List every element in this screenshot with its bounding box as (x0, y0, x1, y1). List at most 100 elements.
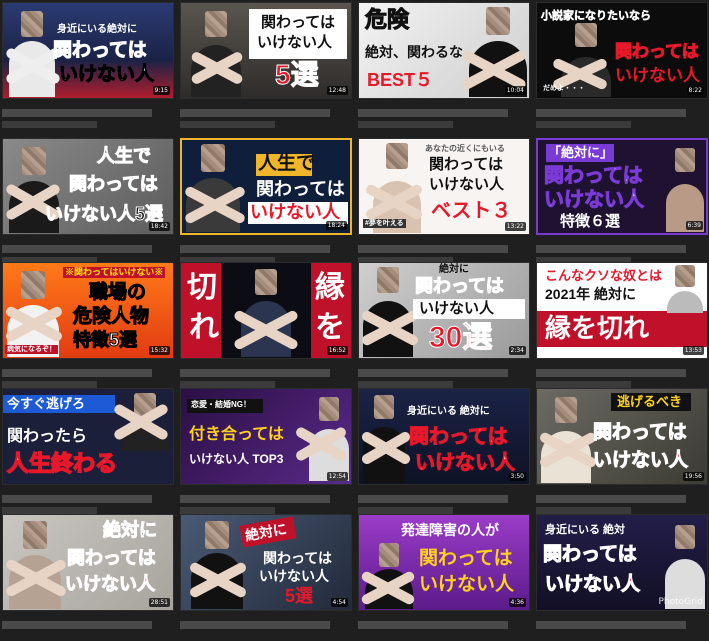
video-meta-blurred (358, 235, 530, 265)
thumb-title: 関わったら (7, 428, 88, 445)
watermark-label: PhotoGrid (658, 597, 703, 607)
thumb-title: 特徴６選 (560, 213, 621, 230)
video-thumbnail[interactable]: 人生で 関わっては いけない人5選 18:42 (2, 138, 174, 235)
video-thumbnail[interactable]: 絶対に 関わっては いけない人 30選 2:34 (358, 262, 530, 359)
video-card[interactable]: 身近にいる絶対に 関わっては いけない人 9:15 (2, 2, 174, 129)
video-card[interactable]: 身近にいる 絶対 関わっては いけない人 PhotoGrid (536, 514, 708, 641)
thumb-title: 関わっては (544, 165, 644, 187)
thumb-title: 特徴5選 (72, 330, 138, 350)
video-card[interactable]: 絶対に 関わっては いけない人 30選 2:34 (358, 262, 530, 389)
video-card[interactable]: 絶対に 関わっては いけない人 5選 4:54 (180, 514, 352, 641)
thumb-subtitle: 2021年 絶対に (545, 286, 637, 302)
video-meta-blurred (180, 611, 352, 641)
thumb-count: 5選 (285, 586, 314, 606)
thumb-title: 危険人物 (72, 306, 150, 327)
thumb-title: 人生で (97, 146, 152, 166)
video-card[interactable]: 「絶対に」 関わっては いけない人 特徴６選 6:39 (536, 138, 708, 265)
video-meta-blurred (180, 235, 352, 265)
thumb-title: 切 (187, 271, 217, 304)
thumb-title: 関わっては (53, 40, 148, 61)
video-meta-blurred (180, 485, 352, 515)
thumb-title: 関わっては (69, 174, 159, 194)
video-card[interactable]: 今すぐ逃げろ 関わったら 人生終わる (2, 388, 174, 515)
video-meta-blurred (358, 359, 530, 389)
thumb-caption: だめよ・・・ (543, 85, 585, 92)
video-meta-blurred (358, 485, 530, 515)
thumb-title: いけない人 TOP3 (189, 452, 284, 466)
thumb-title: ベスト３ (431, 200, 512, 222)
video-meta-blurred (358, 99, 530, 129)
person-figure (667, 263, 703, 313)
thumb-count: 5選 (275, 59, 320, 90)
video-thumbnail[interactable]: 発達障害の人が 関わっては いけない人 4:36 (358, 514, 530, 611)
thumb-title: 絶対に (103, 520, 158, 540)
video-meta-blurred (536, 485, 708, 515)
video-thumbnail[interactable]: 関わっては いけない人 5選 12:48 (180, 2, 352, 99)
video-card[interactable]: 人生で 関わっては いけない人5選 18:42 (2, 138, 174, 265)
video-thumbnail[interactable]: 逃げるべき 関わっては いけない人 19:56 (536, 388, 708, 485)
video-card[interactable]: 発達障害の人が 関わっては いけない人 4:36 (358, 514, 530, 641)
video-thumbnail[interactable]: 人生で 関わっては いけない人 18:24 (180, 138, 352, 235)
thumb-title: 関わっては (593, 422, 688, 443)
video-thumbnail[interactable]: 小説家になりたいなら 関わっては いけない人 だめよ・・・ 8:22 (536, 2, 708, 99)
video-meta-blurred (180, 99, 352, 129)
thumb-title: 関わっては (419, 548, 513, 569)
thumb-title: 関わっては (429, 156, 503, 173)
thumb-title: 関わっては (615, 42, 700, 61)
thumb-caption: 病気になるぞ！ (5, 345, 58, 354)
duration-badge: 2:34 (508, 346, 526, 355)
video-card[interactable]: 逃げるべき 関わっては いけない人 19:56 (536, 388, 708, 515)
video-thumbnail[interactable]: 今すぐ逃げろ 関わったら 人生終わる (2, 388, 174, 485)
video-thumbnail[interactable]: こんなクソな奴とは 2021年 絶対に 縁を切れ 13:53 (536, 262, 708, 359)
video-card[interactable]: 身近にいる 絶対に 関わっては いけない人 3:50 (358, 388, 530, 515)
video-thumbnail[interactable]: 身近にいる 絶対に 関わっては いけない人 3:50 (358, 388, 530, 485)
duration-badge: 12:48 (326, 86, 348, 95)
video-thumbnail[interactable]: 身近にいる絶対に 関わっては いけない人 9:15 (2, 2, 174, 99)
video-thumbnail[interactable]: 絶対に 関わっては いけない人 28:51 (2, 514, 174, 611)
video-card[interactable]: 絶対に 関わっては いけない人 28:51 (2, 514, 174, 641)
video-meta-blurred (536, 611, 708, 641)
video-card[interactable]: 関わっては いけない人 5選 12:48 (180, 2, 352, 129)
thumb-title: いけない人 (259, 568, 329, 584)
thumb-title: BEST５ (367, 70, 434, 90)
video-card[interactable]: 切 れ 縁 を 16:52 (180, 262, 352, 389)
thumb-title: いけない人 (250, 202, 340, 222)
video-meta-blurred (358, 611, 530, 641)
video-thumbnail[interactable]: あなたの近くにもいる 関わっては いけない人 ベスト３ #夢を叶える 13:22 (358, 138, 530, 235)
thumb-subtitle: 「絶対に」 (548, 145, 614, 160)
video-card[interactable]: 恋愛・結婚NG！ 付き合っては いけない人 TOP3 12:54 (180, 388, 352, 515)
thumb-title: いけない人 (544, 574, 641, 595)
thumb-subtitle: 発達障害の人が (401, 522, 499, 538)
thumb-caption: #夢を叶える (363, 219, 406, 228)
video-thumbnail[interactable]: 恋愛・結婚NG！ 付き合っては いけない人 TOP3 12:54 (180, 388, 352, 485)
video-thumbnail[interactable]: ※関わってはいけない※ 職場の 危険人物 特徴5選 病気になるぞ！ 15:32 (2, 262, 174, 359)
duration-badge: 15:32 (148, 346, 170, 355)
video-meta-blurred (2, 99, 174, 129)
thumb-title: いけない人5選 (44, 204, 164, 224)
thumb-title: 関わっては (263, 550, 333, 566)
video-thumbnail[interactable]: 危険 絶対、関わるな BEST５ 10:04 (358, 2, 530, 99)
thumb-title: 関わっては (543, 544, 638, 565)
video-card[interactable]: ※関わってはいけない※ 職場の 危険人物 特徴5選 病気になるぞ！ 15:32 (2, 262, 174, 389)
video-meta-blurred (2, 611, 174, 641)
video-thumbnail[interactable]: 身近にいる 絶対 関わっては いけない人 PhotoGrid (536, 514, 708, 611)
video-thumbnail[interactable]: 絶対に 関わっては いけない人 5選 4:54 (180, 514, 352, 611)
thumb-title: いけない人 (419, 574, 515, 595)
video-card[interactable]: こんなクソな奴とは 2021年 絶対に 縁を切れ 13:53 (536, 262, 708, 389)
video-card[interactable]: あなたの近くにもいる 関わっては いけない人 ベスト３ #夢を叶える 13:22 (358, 138, 530, 265)
video-thumbnail[interactable]: 「絶対に」 関わっては いけない人 特徴６選 6:39 (536, 138, 708, 235)
thumb-title: 人生終わる (6, 451, 118, 476)
thumb-title: 関わっては (409, 426, 509, 448)
thumb-title: 縁を切れ (545, 313, 650, 343)
video-card[interactable]: 小説家になりたいなら 関わっては いけない人 だめよ・・・ 8:22 (536, 2, 708, 129)
duration-badge: 3:50 (508, 472, 526, 481)
video-card[interactable]: 危険 絶対、関わるな BEST５ 10:04 (358, 2, 530, 129)
video-grid: 身近にいる絶対に 関わっては いけない人 9:15 関わっては いけない人 5選… (0, 0, 709, 630)
video-thumbnail[interactable]: 切 れ 縁 を 16:52 (180, 262, 352, 359)
thumb-subtitle: 小説家になりたいなら (541, 10, 652, 22)
video-card[interactable]: 人生で 関わっては いけない人 18:24 (180, 138, 352, 265)
thumb-title: いけない人 (429, 176, 505, 193)
thumb-subtitle: こんなクソな奴とは (545, 268, 663, 283)
thumb-subtitle: 絶対に (439, 264, 469, 275)
thumb-title: いけない人 (415, 452, 516, 474)
